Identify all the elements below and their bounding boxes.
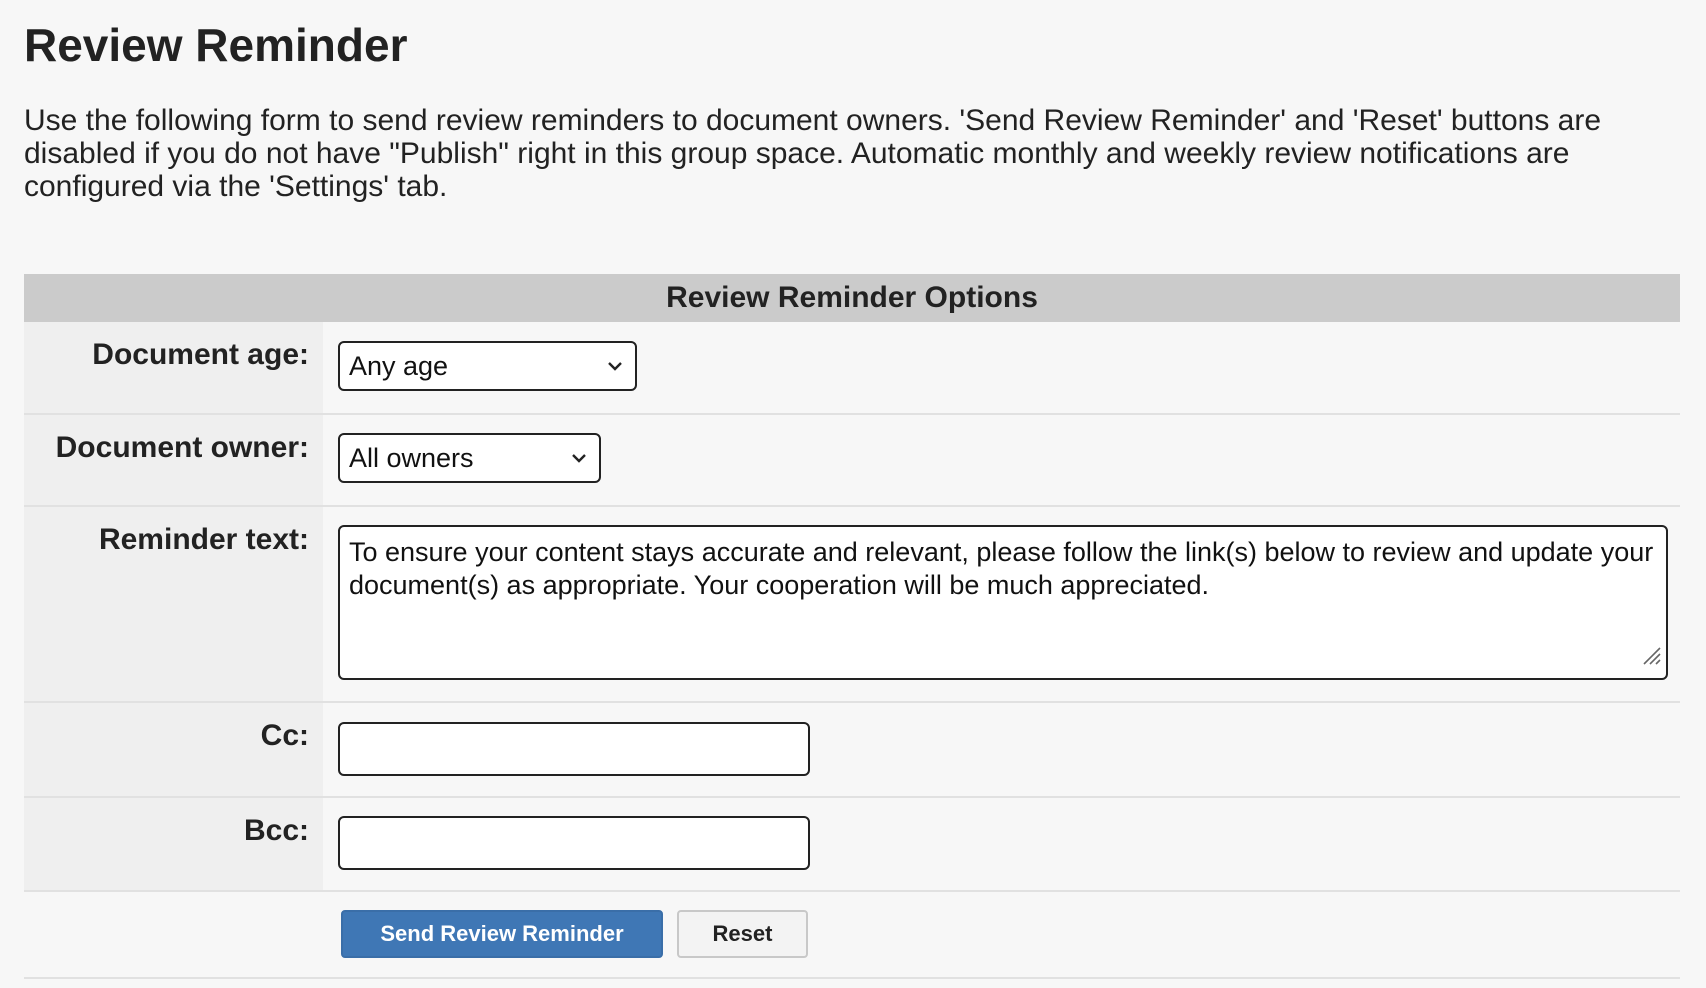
reset-button[interactable]: Reset xyxy=(677,910,808,958)
bcc-row: Bcc: xyxy=(24,798,1680,892)
cc-input[interactable] xyxy=(338,722,810,776)
chevron-down-icon xyxy=(607,343,623,389)
reminder-text-area[interactable]: To ensure your content stays accurate an… xyxy=(338,525,1668,680)
buttons-label-cell xyxy=(24,892,323,977)
reminder-text-label: Reminder text: xyxy=(24,507,323,701)
review-reminder-page: Review Reminder Use the following form t… xyxy=(0,0,1706,988)
resize-grip-icon[interactable] xyxy=(1640,641,1662,674)
bcc-field-cell xyxy=(323,798,1680,890)
document-age-field-cell: Any age xyxy=(323,322,1680,413)
document-owner-row: Document owner: All owners xyxy=(24,415,1680,507)
review-reminder-options: Review Reminder Options Document age: An… xyxy=(24,274,1680,979)
cc-field-cell xyxy=(323,703,1680,796)
document-age-value: Any age xyxy=(349,351,449,381)
cc-row: Cc: xyxy=(24,703,1680,798)
cc-label: Cc: xyxy=(24,703,323,796)
send-review-reminder-button[interactable]: Send Review Reminder xyxy=(341,910,663,958)
bcc-label: Bcc: xyxy=(24,798,323,890)
document-owner-label: Document owner: xyxy=(24,415,323,505)
page-title: Review Reminder xyxy=(24,19,408,71)
intro-text: Use the following form to send review re… xyxy=(24,104,1602,203)
document-owner-field-cell: All owners xyxy=(323,415,1680,505)
chevron-down-icon xyxy=(571,435,587,481)
reminder-text-value: To ensure your content stays accurate an… xyxy=(349,537,1654,600)
options-header: Review Reminder Options xyxy=(24,274,1680,322)
document-age-label: Document age: xyxy=(24,322,323,413)
buttons-field-cell: Send Review Reminder Reset xyxy=(323,892,1680,977)
document-owner-value: All owners xyxy=(349,443,474,473)
bcc-input[interactable] xyxy=(338,816,810,870)
document-age-row: Document age: Any age xyxy=(24,322,1680,415)
reminder-text-field-cell: To ensure your content stays accurate an… xyxy=(323,507,1680,701)
buttons-row: Send Review Reminder Reset xyxy=(24,892,1680,979)
document-age-select[interactable]: Any age xyxy=(338,341,637,391)
reminder-text-row: Reminder text: To ensure your content st… xyxy=(24,507,1680,703)
document-owner-select[interactable]: All owners xyxy=(338,433,601,483)
